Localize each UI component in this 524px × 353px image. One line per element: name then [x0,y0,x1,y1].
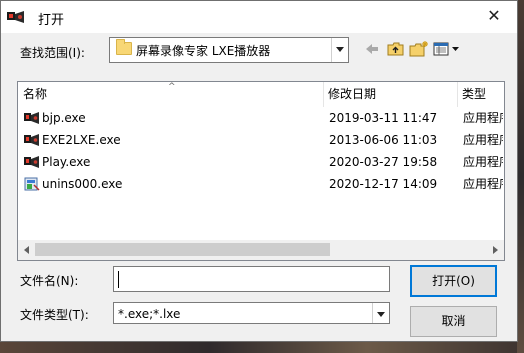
file-modified: 2020-03-27 19:58 [329,155,438,169]
scroll-left-icon[interactable] [21,244,33,256]
filetype-label: 文件类型(T): [20,308,89,322]
scroll-right-icon[interactable] [489,244,501,256]
file-type: 应用程序 [463,177,503,191]
desktop-background-edge [517,0,524,353]
file-row[interactable]: bjp.exe 2019-03-11 11:47 应用程序 [18,107,504,129]
folder-icon [116,39,132,55]
new-folder-icon[interactable] [409,41,429,57]
lookin-value: 屏幕录像专家 LXE播放器 [136,44,271,58]
uninstaller-icon [24,177,40,191]
text-caret [118,271,119,288]
close-button[interactable]: ✕ [477,3,511,29]
file-name: Play.exe [42,155,91,169]
file-name: unins000.exe [42,177,123,191]
up-folder-icon[interactable] [387,41,405,57]
column-header-type[interactable]: 类型 [457,82,504,107]
lxe-app-icon [24,112,39,124]
file-type: 应用程序 [463,111,503,125]
file-type: 应用程序 [463,133,503,147]
chevron-down-icon[interactable] [331,38,348,62]
cancel-button[interactable]: 取消 [410,306,497,337]
open-file-dialog: 打开 ✕ 查找范围(I): 屏幕录像专家 LXE播放器 名称 ^ 修改日期 类型… [0,0,518,342]
file-type: 应用程序 [463,155,503,169]
file-modified: 2019-03-11 11:47 [329,111,438,125]
filename-input[interactable] [113,266,390,292]
lookin-combobox[interactable]: 屏幕录像专家 LXE播放器 [109,37,349,63]
sort-ascending-icon: ^ [168,82,176,92]
back-arrow-icon[interactable] [365,41,379,57]
close-icon: ✕ [487,6,501,25]
title-bar[interactable]: 打开 ✕ [1,1,517,33]
lxe-app-icon [24,134,39,146]
lxe-app-icon [24,156,39,168]
file-name: bjp.exe [42,111,86,125]
horizontal-scrollbar[interactable] [18,240,504,260]
filetype-combobox[interactable]: *.exe;*.lxe [113,302,390,324]
filename-label: 文件名(N): [20,274,79,288]
lookin-label: 查找范围(I): [20,46,85,60]
file-row[interactable]: EXE2LXE.exe 2013-06-06 11:03 应用程序 [18,129,504,151]
scroll-thumb[interactable] [35,243,330,256]
open-button[interactable]: 打开(O) [410,265,497,297]
file-list[interactable]: 名称 ^ 修改日期 类型 bjp.exe 2019-03-11 11:47 应用… [17,81,505,261]
file-row[interactable]: Play.exe 2020-03-27 19:58 应用程序 [18,151,504,173]
list-header: 名称 ^ 修改日期 类型 [18,82,504,107]
file-row[interactable]: unins000.exe 2020-12-17 14:09 应用程序 [18,173,504,195]
file-modified: 2013-06-06 11:03 [329,133,438,147]
dialog-title: 打开 [38,13,65,28]
filetype-value: *.exe;*.lxe [118,307,181,321]
chevron-down-icon[interactable] [372,303,389,323]
file-name: EXE2LXE.exe [42,133,121,147]
app-icon [7,11,24,23]
view-menu-icon[interactable] [433,41,461,57]
column-header-modified[interactable]: 修改日期 [323,82,457,107]
file-modified: 2020-12-17 14:09 [329,177,438,191]
